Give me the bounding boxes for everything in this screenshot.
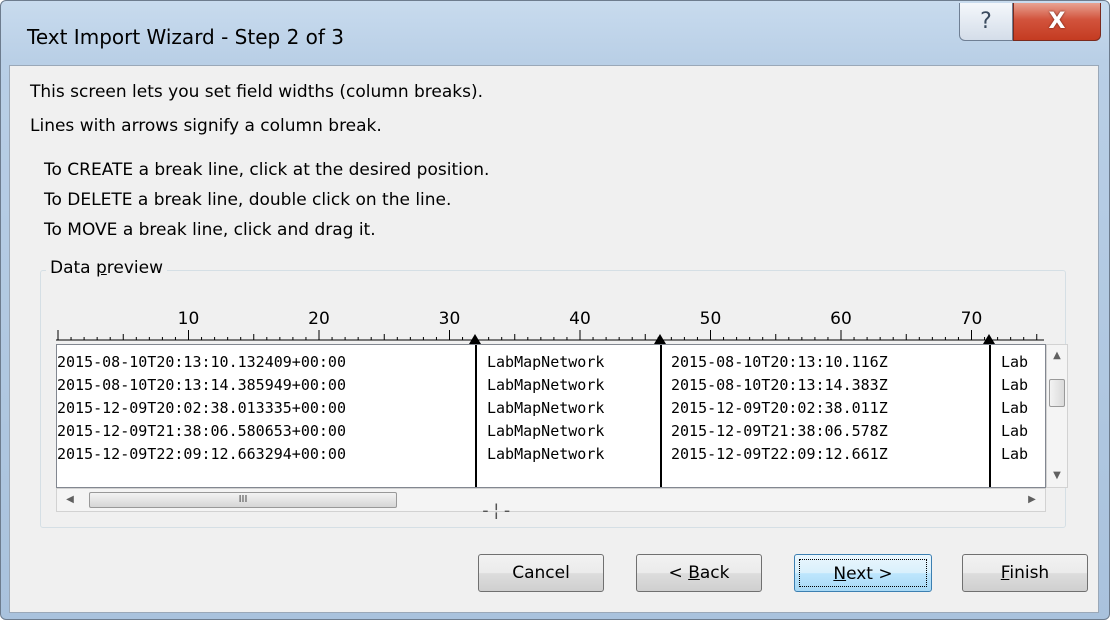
preview-cell: 2015-12-09T20:02:38.011Z — [671, 399, 888, 417]
preview-row: 2015-08-10T20:13:10.132409+00:00 LabMapNe… — [57, 351, 1037, 374]
window-title: Text Import Wizard - Step 2 of 3 — [27, 25, 345, 49]
preview-cell: 2015-08-10T20:13:14.385949+00:00 — [57, 376, 346, 394]
close-icon: X — [1048, 9, 1066, 34]
preview-row: 2015-08-10T20:13:14.385949+00:00 LabMapNe… — [57, 374, 1037, 397]
preview-cell: 2015-12-09T22:09:12.661Z — [671, 445, 888, 463]
ruler-tick-label: 20 — [308, 309, 330, 329]
ruler-tick-label: 50 — [700, 309, 722, 329]
preview-cell: 2015-08-10T20:13:10.132409+00:00 — [57, 353, 346, 371]
preview-cell: Lab — [1001, 376, 1029, 394]
column-break-line-3[interactable] — [989, 345, 991, 487]
preview-row: 2015-12-09T21:38:06.580653+00:00 LabMapNe… — [57, 420, 1037, 443]
ruler-tick-label: 30 — [439, 309, 461, 329]
preview-cell: Lab — [1001, 399, 1029, 417]
vertical-scrollbar[interactable]: ▲ ▼ — [1046, 344, 1068, 488]
data-preview-pane[interactable]: 2015-08-10T20:13:10.132409+00:00 LabMapNe… — [56, 344, 1046, 488]
preview-cell: LabMapNetwork — [487, 445, 605, 463]
next-button[interactable]: Next > — [794, 554, 932, 592]
crosshair-cursor-icon: -¦- — [480, 500, 513, 521]
preview-cell: 2015-12-09T20:02:38.013335+00:00 — [57, 399, 346, 417]
preview-cell: Lab — [1001, 445, 1029, 463]
text-import-wizard-dialog: Text Import Wizard - Step 2 of 3 ? X Thi… — [0, 0, 1110, 620]
instruction-delete: To DELETE a break line, double click on … — [44, 190, 452, 210]
help-icon: ? — [980, 9, 992, 34]
preview-cell: 2015-08-10T20:13:10.116Z — [671, 353, 888, 371]
preview-cell: 2015-12-09T22:09:12.663294+00:00 — [57, 445, 346, 463]
preview-cell: 2015-12-09T21:38:06.578Z — [671, 422, 888, 440]
vertical-scroll-thumb[interactable] — [1049, 379, 1065, 407]
instruction-move: To MOVE a break line, click and drag it. — [44, 220, 376, 240]
instruction-line-1: This screen lets you set field widths (c… — [30, 82, 484, 102]
help-button[interactable]: ? — [959, 3, 1013, 41]
ruler-tick-label: 70 — [961, 309, 983, 329]
scroll-up-icon[interactable]: ▲ — [1047, 347, 1067, 365]
scroll-right-icon[interactable]: ▶ — [1021, 489, 1043, 511]
instruction-create: To CREATE a break line, click at the des… — [44, 160, 490, 180]
ruler-tick-label: 10 — [178, 309, 200, 329]
data-preview-label: Data preview — [46, 258, 168, 278]
ruler-tick-label: 40 — [569, 309, 591, 329]
instruction-line-2: Lines with arrows signify a column break… — [30, 116, 382, 136]
preview-row: 2015-12-09T20:02:38.013335+00:00 LabMapNe… — [57, 397, 1037, 420]
horizontal-scrollbar[interactable]: ◀ III ▶ — [56, 488, 1046, 512]
horizontal-scroll-thumb[interactable]: III — [89, 492, 397, 508]
preview-cell: 2015-12-09T21:38:06.580653+00:00 — [57, 422, 346, 440]
dialog-body: This screen lets you set field widths (c… — [9, 65, 1099, 613]
scroll-left-icon[interactable]: ◀ — [59, 489, 81, 511]
cancel-button[interactable]: Cancel — [478, 554, 604, 592]
column-break-line-1[interactable] — [475, 345, 477, 487]
finish-button[interactable]: Finish — [962, 554, 1088, 592]
ruler-graphic[interactable]: 10 20 30 40 50 60 70 — [56, 300, 1044, 344]
preview-row: 2015-12-09T22:09:12.663294+00:00 LabMapNe… — [57, 443, 1037, 466]
break-arrow-icon — [469, 334, 481, 344]
column-ruler[interactable]: 10 20 30 40 50 60 70 — [56, 300, 1044, 344]
preview-cell: LabMapNetwork — [487, 399, 605, 417]
preview-cell: Lab — [1001, 422, 1029, 440]
close-button[interactable]: X — [1013, 3, 1101, 41]
preview-cell: Lab — [1001, 353, 1029, 371]
preview-cell: LabMapNetwork — [487, 422, 605, 440]
next-button-focus: Next > — [799, 559, 927, 587]
scroll-down-icon[interactable]: ▼ — [1047, 467, 1067, 485]
preview-cell: LabMapNetwork — [487, 376, 605, 394]
back-button[interactable]: < Back — [636, 554, 762, 592]
column-break-line-2[interactable] — [660, 345, 662, 487]
break-arrow-icon — [654, 334, 666, 344]
preview-cell: 2015-08-10T20:13:14.383Z — [671, 376, 888, 394]
ruler-tick-label: 60 — [830, 309, 852, 329]
preview-rows: 2015-08-10T20:13:10.132409+00:00 LabMapNe… — [57, 351, 1037, 466]
preview-cell: LabMapNetwork — [487, 353, 605, 371]
